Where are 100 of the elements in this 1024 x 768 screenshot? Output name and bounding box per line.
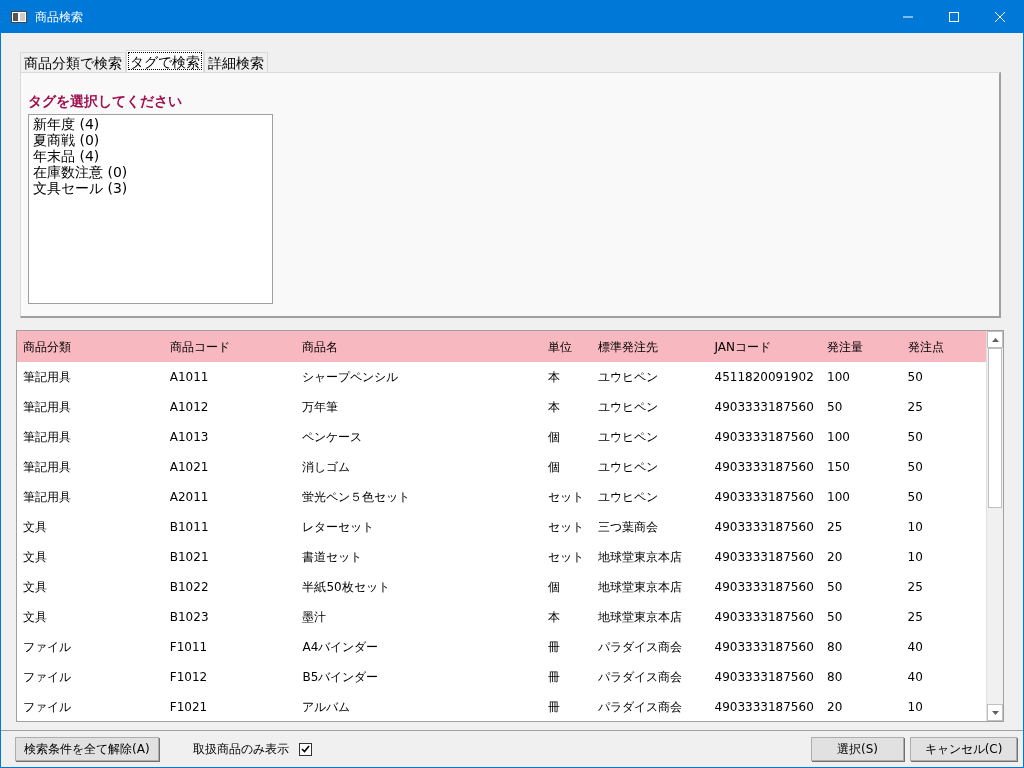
table-cell-text: 50	[906, 459, 924, 476]
table-cell-text: ファイル	[22, 669, 72, 686]
table-cell-text: F1012	[168, 669, 209, 686]
column-header[interactable]: JANコード	[708, 331, 822, 362]
table-cell: A1011	[163, 362, 297, 392]
table-cell-text: A1021	[168, 459, 210, 476]
table-cell-text: レターセット	[301, 519, 376, 536]
table-cell-text: 80	[826, 639, 844, 656]
table-cell-text: 20	[826, 699, 844, 716]
table-cell-text: 4903333187560	[713, 429, 815, 446]
table-cell-text: 文具	[22, 579, 48, 596]
table-cell-text: 地球堂東京本店	[596, 549, 683, 566]
tab[interactable]: 商品分類で検索	[20, 52, 126, 72]
table-cell-text: 本	[546, 609, 561, 626]
table-cell-text: 地球堂東京本店	[596, 609, 683, 626]
table-cell-text: 文具	[22, 549, 48, 566]
table-cell-text: ユウヒペン	[596, 459, 659, 476]
table-cell-text: B1023	[168, 609, 210, 626]
table-cell-text: セット	[546, 489, 585, 506]
column-header[interactable]: 単位	[541, 331, 592, 362]
table-cell-text: アルバム	[301, 699, 352, 716]
column-header[interactable]: 発注点	[901, 331, 986, 362]
table-cell-text: B1022	[168, 579, 210, 596]
tab[interactable]: タグで検索	[126, 50, 204, 72]
table-cell-text: ユウヒペン	[596, 429, 659, 446]
column-header[interactable]: 商品コード	[163, 331, 297, 362]
table-cell-text: 本	[546, 399, 561, 416]
checkbox-label: 取扱商品のみ表示	[192, 741, 289, 758]
table-cell-text: 書道セット	[301, 549, 364, 566]
clear-button[interactable]: 検索条件を全て解除(A)	[15, 737, 159, 761]
table-cell-text: 4903333187560	[713, 639, 815, 656]
table-cell-text: 50	[906, 429, 924, 446]
table-cell-text: 三つ葉商会	[596, 519, 659, 536]
list-item[interactable]: 夏商戦 (0)	[33, 132, 268, 148]
table-cell-text: A1013	[168, 429, 210, 446]
table-cell-text: 25	[906, 399, 924, 416]
table-cell-text: B1011	[168, 519, 210, 536]
table-cell-text: 個	[546, 579, 561, 596]
table-cell-text: 25	[826, 519, 844, 536]
column-header[interactable]: 商品名	[296, 331, 542, 362]
table-cell-text: 40	[906, 669, 924, 686]
table-cell-text: 筆記用具	[22, 489, 72, 506]
table-cell-text: A1012	[168, 399, 210, 416]
scroll-down-icon[interactable]	[987, 704, 1003, 721]
list-item[interactable]: 年末品 (4)	[33, 148, 268, 164]
table-cell-text: 筆記用具	[22, 399, 72, 416]
list-item[interactable]: 文具セール (3)	[33, 180, 268, 196]
column-header[interactable]: 標準発注先	[591, 331, 709, 362]
table-cell-text: 筆記用具	[22, 429, 72, 446]
table-cell-text: 150	[826, 459, 851, 476]
table-cell-text: パラダイス商会	[596, 699, 683, 716]
table-cell-text: 墨汁	[301, 609, 328, 626]
table-cell-text: 80	[826, 669, 844, 686]
table-cell: 本	[541, 362, 592, 392]
table-cell-text: A4バインダー	[301, 639, 380, 656]
column-header[interactable]: 商品分類	[17, 331, 164, 362]
scroll-thumb[interactable]	[988, 348, 1002, 508]
window-title: 商品検索	[35, 9, 83, 26]
table-cell-text: ユウヒペン	[596, 399, 659, 416]
table-cell-text: 25	[906, 579, 924, 596]
table-cell-text: 4903333187560	[713, 579, 815, 596]
list-item[interactable]: 新年度 (4)	[33, 116, 268, 132]
table-cell-text: パラダイス商会	[596, 639, 683, 656]
table-cell-text: 10	[906, 549, 924, 566]
table-cell-text: 40	[906, 639, 924, 656]
cancel-button[interactable]: キャンセル(C)	[910, 737, 1017, 761]
table-cell-text: 4903333187560	[713, 459, 815, 476]
table-cell: 筆記用具	[17, 362, 164, 392]
scroll-up-icon[interactable]	[987, 331, 1003, 348]
table-cell-text: B5バインダー	[301, 669, 380, 686]
table-cell-text: セット	[546, 519, 585, 536]
table-cell-text: 個	[546, 459, 561, 476]
checkbox[interactable]	[298, 742, 312, 756]
panel-heading: タグを選択してください	[28, 92, 183, 111]
table-cell: 50	[901, 362, 986, 392]
table-cell-text: ペンケース	[301, 429, 364, 446]
table-cell: 4511820091902	[708, 362, 822, 392]
table-cell-text: B1021	[168, 549, 210, 566]
table-cell-text: 4903333187560	[713, 669, 815, 686]
column-header[interactable]: 発注量	[821, 331, 902, 362]
table-cell-text: 50	[906, 489, 924, 506]
table-cell-text: 4903333187560	[713, 609, 815, 626]
table-cell-text: 消しゴム	[301, 459, 352, 476]
table-cell-text: 個	[546, 429, 561, 446]
select-button[interactable]: 選択(S)	[811, 737, 904, 761]
table-cell-text: 冊	[546, 639, 561, 656]
table-cell-text: 4903333187560	[713, 549, 815, 566]
table-cell-text: 万年筆	[301, 399, 340, 416]
table-cell-text: 50	[826, 609, 844, 626]
table-cell-text: ファイル	[22, 699, 72, 716]
table-cell-text: 20	[826, 549, 844, 566]
list-item[interactable]: 在庫数注意 (0)	[33, 164, 268, 180]
tab[interactable]: 詳細検索	[204, 52, 268, 72]
table-cell-text: A2011	[168, 489, 210, 506]
table-cell-text: 地球堂東京本店	[596, 579, 683, 596]
table-cell-text: パラダイス商会	[596, 669, 683, 686]
scrollbar[interactable]	[986, 331, 1003, 721]
table-cell-text: 4903333187560	[713, 399, 815, 416]
table-cell-text: 冊	[546, 669, 561, 686]
table-cell-text: F1011	[168, 639, 209, 656]
